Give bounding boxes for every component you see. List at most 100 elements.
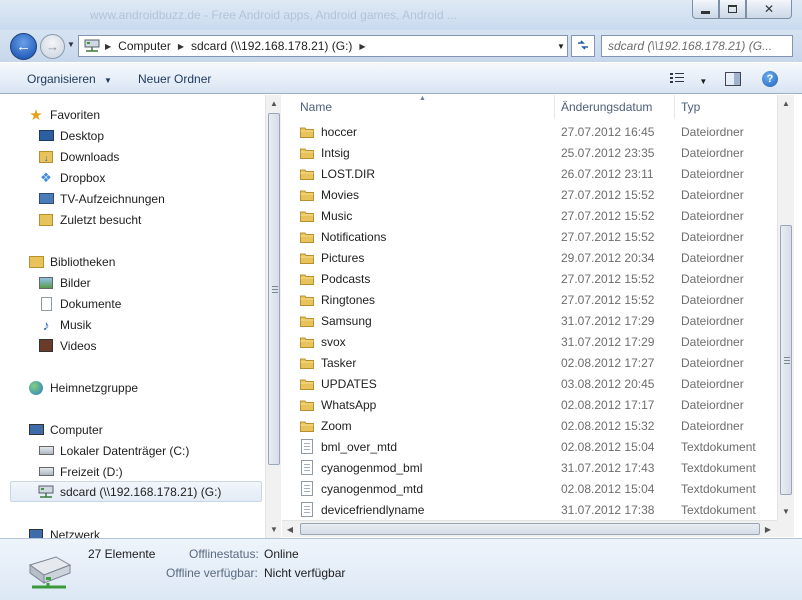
file-date: 26.07.2012 23:11 [561, 166, 654, 181]
sidebar-group-network[interactable]: Netzwerk [28, 524, 100, 538]
file-row[interactable]: Notifications 27.07.2012 15:52 Dateiordner [282, 226, 802, 247]
column-header-label: Name [300, 100, 333, 114]
file-row[interactable]: Samsung 31.07.2012 17:29 Dateiordner [282, 310, 802, 331]
file-type: Dateiordner [681, 271, 744, 286]
file-type: Dateiordner [681, 355, 744, 370]
sidebar-item-label: Freizeit (D:) [60, 464, 123, 479]
sidebar-item-downloads[interactable]: ↓ Downloads [38, 146, 119, 167]
maximize-button[interactable] [719, 0, 746, 19]
change-view-button[interactable]: ▼ [670, 72, 707, 87]
scrollbar-corner [777, 520, 794, 537]
chevron-right-icon[interactable]: ▶ [102, 42, 114, 51]
search-input[interactable]: sdcard (\\192.168.178.21) (G... [601, 35, 793, 57]
scroll-left-arrow[interactable]: ◀ [282, 521, 298, 537]
sidebar-item-drive-d[interactable]: Freizeit (D:) [38, 461, 123, 482]
sidebar-group-favorites[interactable]: ★ Favoriten [28, 104, 100, 125]
sidebar-item-label: Zuletzt besucht [60, 212, 142, 227]
scrollbar-thumb[interactable] [268, 113, 280, 465]
scroll-right-arrow[interactable]: ▶ [760, 521, 776, 537]
file-name-cell: Zoom [300, 419, 352, 433]
scrollbar-thumb[interactable] [780, 225, 792, 495]
sidebar-item-videos[interactable]: Videos [38, 335, 96, 356]
sidebar-item-dropbox[interactable]: ❖ Dropbox [38, 167, 105, 188]
file-row[interactable]: cyanogenmod_mtd 02.08.2012 15:04 Textdokum… [282, 478, 802, 499]
preview-pane-icon [734, 73, 740, 85]
file-type: Dateiordner [681, 292, 744, 307]
file-type: Textdokument [681, 460, 756, 475]
chevron-right-icon[interactable]: ▶ [175, 42, 187, 51]
downloads-icon: ↓ [38, 149, 54, 165]
refresh-button[interactable] [571, 35, 595, 57]
folder-icon [300, 294, 314, 306]
recent-pages-button[interactable]: ▼ [67, 40, 75, 50]
minimize-button[interactable] [692, 0, 719, 19]
sidebar-item-label: TV-Aufzeichnungen [60, 191, 165, 206]
text-document-icon [301, 439, 313, 454]
file-name-cell: bml_over_mtd [300, 439, 397, 454]
file-row[interactable]: svox 31.07.2012 17:29 Dateiordner [282, 331, 802, 352]
column-header-type[interactable]: Typ [675, 95, 780, 119]
file-row[interactable]: Pictures 29.07.2012 20:34 Dateiordner [282, 247, 802, 268]
forward-button[interactable]: → [40, 34, 65, 59]
address-history-dropdown[interactable]: ▼ [554, 35, 568, 57]
hard-drive-icon [38, 443, 54, 459]
file-row[interactable]: Ringtones 27.07.2012 15:52 Dateiordner [282, 289, 802, 310]
scroll-up-arrow[interactable]: ▲ [266, 95, 282, 111]
sidebar-item-music[interactable]: ♪ Musik [38, 314, 92, 335]
file-row[interactable]: UPDATES 03.08.2012 20:45 Dateiordner [282, 373, 802, 394]
file-row[interactable]: Tasker 02.08.2012 17:27 Dateiordner [282, 352, 802, 373]
file-name: hoccer [321, 124, 358, 139]
file-row[interactable]: Zoom 02.08.2012 15:32 Dateiordner [282, 415, 802, 436]
minimize-icon [701, 10, 710, 14]
file-list-scrollbar[interactable]: ▲ ▼ [777, 95, 794, 520]
file-row[interactable]: devicefriendlyname 31.07.2012 17:38 Textdo… [282, 499, 802, 520]
file-type: Dateiordner [681, 313, 744, 328]
breadcrumb-computer[interactable]: Computer [114, 39, 175, 53]
file-row[interactable]: LOST.DIR 26.07.2012 23:11 Dateiordner [282, 163, 802, 184]
hscrollbar-thumb[interactable] [300, 523, 760, 535]
file-date: 02.08.2012 15:04 [561, 481, 655, 496]
organize-button[interactable]: Organisieren ▼ [27, 72, 112, 86]
sidebar-item-desktop[interactable]: Desktop [38, 125, 104, 146]
offline-status-label: Offlinestatus: [189, 547, 259, 561]
file-row[interactable]: Movies 27.07.2012 15:52 Dateiordner [282, 184, 802, 205]
sidebar-item-drive-c[interactable]: Lokaler Datenträger (C:) [38, 440, 189, 461]
help-button[interactable]: ? [762, 71, 778, 87]
sidebar-item-documents[interactable]: Dokumente [38, 293, 121, 314]
file-list-hscrollbar[interactable]: ◀ ▶ [282, 520, 777, 537]
scroll-up-arrow[interactable]: ▲ [778, 95, 794, 111]
column-header-date[interactable]: Änderungsdatum [555, 95, 675, 119]
sidebar-item-tv-recordings[interactable]: TV-Aufzeichnungen [38, 188, 165, 209]
scroll-down-arrow[interactable]: ▼ [778, 503, 794, 519]
sidebar-group-computer[interactable]: Computer [28, 419, 103, 440]
folder-icon [300, 357, 314, 369]
file-row[interactable]: bml_over_mtd 02.08.2012 15:04 Textdokument [282, 436, 802, 457]
sidebar-item-pictures[interactable]: Bilder [38, 272, 91, 293]
chevron-right-icon[interactable]: ▶ [356, 42, 368, 51]
sidebar-item-recent[interactable]: Zuletzt besucht [38, 209, 141, 230]
sidebar-group-homegroup[interactable]: Heimnetzgruppe [28, 377, 138, 398]
file-date: 02.08.2012 15:32 [561, 418, 655, 433]
back-button[interactable]: ← [10, 33, 37, 60]
sidebar-item-drive-g[interactable]: sdcard (\\192.168.178.21) (G:) [10, 481, 262, 502]
file-row[interactable]: hoccer 27.07.2012 16:45 Dateiordner [282, 121, 802, 142]
preview-pane-button[interactable] [725, 72, 741, 86]
close-button[interactable]: ✕ [746, 0, 792, 19]
sidebar-item-label: Downloads [60, 149, 120, 164]
breadcrumb-sdcard[interactable]: sdcard (\\192.168.178.21) (G:) [187, 39, 356, 53]
file-name: cyanogenmod_bml [321, 460, 423, 475]
help-icon: ? [766, 73, 774, 85]
file-row[interactable]: Intsig 25.07.2012 23:35 Dateiordner [282, 142, 802, 163]
file-name: Zoom [321, 418, 352, 433]
scroll-down-arrow[interactable]: ▼ [266, 521, 282, 537]
navigation-pane-scrollbar[interactable]: ▲ ▼ [265, 95, 281, 538]
sidebar-group-libraries[interactable]: Bibliotheken [28, 251, 115, 272]
file-row[interactable]: cyanogenmod_bml 31.07.2012 17:43 Textdokum… [282, 457, 802, 478]
new-folder-button[interactable]: Neuer Ordner [138, 72, 211, 86]
file-date: 31.07.2012 17:29 [561, 334, 655, 349]
file-row[interactable]: Music 27.07.2012 15:52 Dateiordner [282, 205, 802, 226]
file-row[interactable]: WhatsApp 02.08.2012 17:17 Dateiordner [282, 394, 802, 415]
address-bar[interactable]: ▶ Computer ▶ sdcard (\\192.168.178.21) (… [78, 35, 568, 57]
file-row[interactable]: Podcasts 27.07.2012 15:52 Dateiordner [282, 268, 802, 289]
folder-icon [300, 336, 314, 348]
